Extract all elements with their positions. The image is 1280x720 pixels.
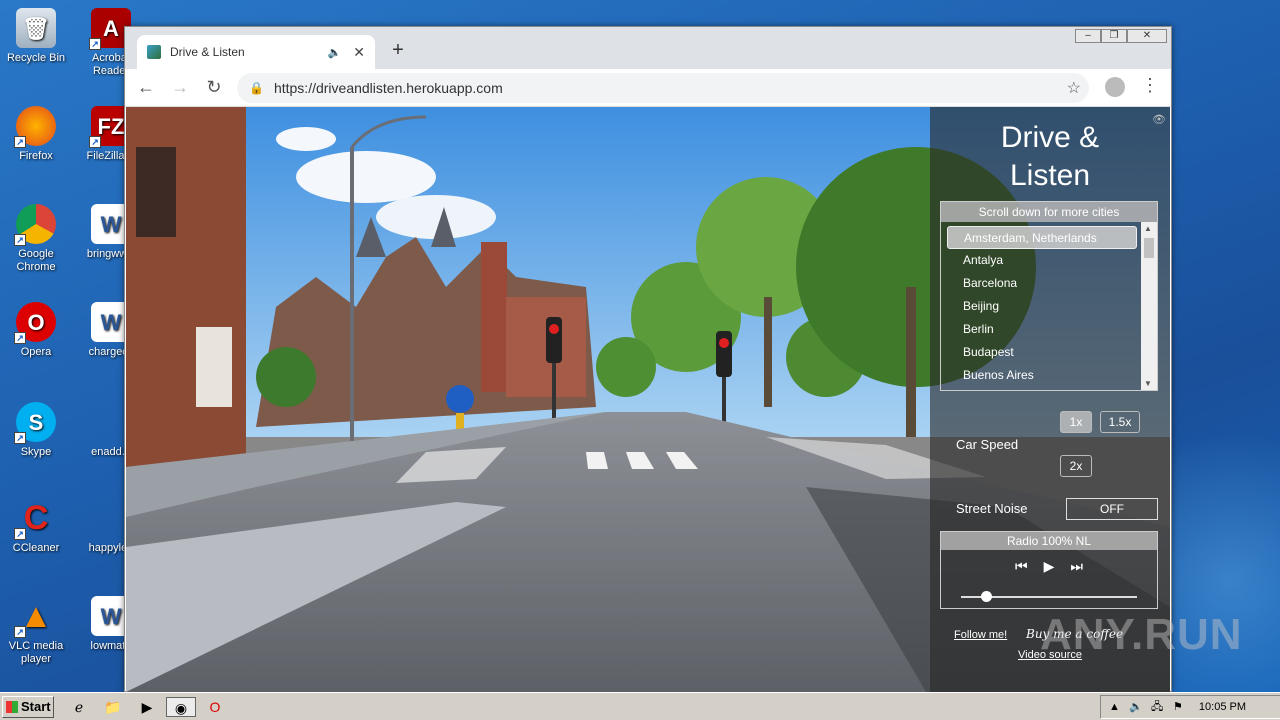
street-noise-label: Street Noise — [956, 501, 1028, 516]
system-tray: ▲ 🔈 🖧 ⚑ 10:05 PM — [1100, 695, 1280, 719]
desktop-icon-ccleaner[interactable]: C ↗ CCleaner — [3, 498, 69, 555]
scroll-up-icon[interactable]: ▲ — [1144, 224, 1152, 233]
desktop-icon-label: Opera — [20, 346, 52, 358]
scroll-down-icon[interactable]: ▼ — [1144, 379, 1152, 388]
clock[interactable]: 10:05 PM — [1199, 696, 1246, 718]
follow-me-link[interactable]: Follow me! — [954, 629, 1007, 641]
browser-menu-button[interactable]: ⋮ — [1141, 75, 1159, 96]
city-list[interactable]: Amsterdam, Netherlands Antalya Barcelona… — [947, 226, 1137, 387]
anyrun-watermark: ANY.RUN — [1040, 610, 1243, 659]
city-option-berlin[interactable]: Berlin — [947, 318, 1137, 341]
chrome-icon: ↗ — [14, 204, 56, 246]
radio-player: Radio 100% NL ⏮ ▶ ⏭ — [940, 531, 1158, 609]
minimize-button[interactable]: – — [1075, 29, 1101, 43]
speed-1-5x-button[interactable]: 1.5x — [1100, 411, 1140, 433]
ie-taskbar-icon[interactable]: ℯ — [68, 697, 90, 717]
vlc-icon: ▲ ↗ — [14, 596, 56, 638]
page-content: 👁 Drive & Listen Scroll down for more ci… — [126, 107, 1170, 692]
city-option-barcelona[interactable]: Barcelona — [947, 272, 1137, 295]
city-list-scrollbar[interactable]: ▲ ▼ — [1141, 222, 1157, 390]
city-option-budapest[interactable]: Budapest — [947, 341, 1137, 364]
opera-icon: O ↗ — [14, 302, 56, 344]
desktop-icon-opera[interactable]: O ↗ Opera — [3, 302, 69, 359]
desktop-icon-chrome[interactable]: ↗ Google Chrome — [3, 204, 69, 274]
previous-station-icon[interactable]: ⏮ — [1015, 558, 1028, 575]
bookmark-star-icon[interactable]: ☆ — [1067, 78, 1081, 98]
play-icon[interactable]: ▶ — [1044, 558, 1055, 575]
favicon-icon — [147, 45, 161, 59]
media-player-taskbar-icon[interactable]: ▶ — [136, 697, 158, 717]
account-avatar[interactable] — [1105, 77, 1125, 97]
opera-taskbar-icon[interactable]: O — [204, 697, 226, 717]
back-button[interactable]: ← — [133, 77, 159, 98]
volume-slider-handle[interactable] — [980, 591, 992, 602]
speed-2x-button[interactable]: 2x — [1060, 455, 1092, 477]
speed-1x-button[interactable]: 1x — [1060, 411, 1092, 433]
app-title-line2: Listen — [1009, 159, 1091, 192]
desktop-icon-skype[interactable]: S ↗ Skype — [3, 402, 69, 459]
network-tray-icon[interactable]: 🖧 — [1151, 696, 1163, 718]
explorer-taskbar-icon[interactable]: 📁 — [102, 697, 124, 717]
new-tab-button[interactable]: + — [387, 39, 409, 62]
browser-titlebar: Drive & Listen 🔈 ✕ + – ❐ ✕ — [125, 27, 1171, 69]
url-text: https://driveandlisten.herokuapp.com — [273, 80, 503, 96]
chrome-taskbar-icon[interactable]: ◉ — [166, 697, 196, 717]
desktop-icon-label: CCleaner — [12, 542, 60, 554]
app-title: Drive & Listen — [930, 119, 1170, 195]
desktop-icon-label: VLC media player — [8, 640, 64, 665]
browser-tab[interactable]: Drive & Listen 🔈 ✕ — [137, 35, 375, 69]
taskbar: Start ℯ 📁 ▶ ◉ O ▲ 🔈 🖧 ⚑ 10:05 PM — [0, 692, 1280, 720]
city-option-buenos-aires[interactable]: Buenos Aires — [947, 364, 1137, 387]
city-list-header: Scroll down for more cities — [941, 202, 1157, 222]
city-option-beijing[interactable]: Beijing — [947, 295, 1137, 318]
ccleaner-icon: C ↗ — [14, 498, 56, 540]
volume-tray-icon[interactable]: 🔈 — [1129, 696, 1143, 718]
desktop-icon-label: Google Chrome — [16, 248, 56, 273]
desktop-icon-firefox[interactable]: ↗ Firefox — [3, 106, 69, 163]
city-selector[interactable]: Scroll down for more cities Amsterdam, N… — [940, 201, 1158, 391]
restore-button[interactable]: ❐ — [1101, 29, 1127, 43]
radio-controls: ⏮ ▶ ⏭ — [941, 558, 1157, 575]
start-button[interactable]: Start — [2, 696, 54, 718]
desktop-icon-label: Recycle Bin — [6, 52, 66, 64]
radio-station-name: Radio 100% NL — [941, 532, 1157, 550]
reload-button[interactable]: ↻ — [201, 77, 227, 98]
forward-button[interactable]: → — [167, 77, 193, 98]
browser-toolbar: ← → ↻ 🔒 https://driveandlisten.herokuapp… — [125, 69, 1171, 107]
tab-title: Drive & Listen — [170, 45, 245, 59]
flag-tray-icon[interactable]: ⚑ — [1173, 696, 1183, 718]
desktop-icon-vlc[interactable]: ▲ ↗ VLC media player — [3, 596, 69, 666]
windows-logo-icon — [6, 701, 18, 713]
desktop-icon-label: Skype — [20, 446, 52, 458]
next-station-icon[interactable]: ⏭ — [1070, 558, 1083, 575]
skype-icon: S ↗ — [14, 402, 56, 444]
scrollbar-thumb[interactable] — [1144, 238, 1154, 258]
street-noise-toggle[interactable]: OFF — [1066, 498, 1158, 520]
close-window-button[interactable]: ✕ — [1127, 29, 1167, 43]
tray-expand-icon[interactable]: ▲ — [1109, 696, 1120, 718]
app-title-line1: Drive & — [1000, 121, 1100, 154]
speaker-icon[interactable]: 🔈 — [328, 46, 342, 59]
close-tab-button[interactable]: ✕ — [353, 44, 365, 61]
city-option-amsterdam[interactable]: Amsterdam, Netherlands — [947, 226, 1137, 249]
browser-window: Drive & Listen 🔈 ✕ + – ❐ ✕ ← → ↻ 🔒 https… — [124, 26, 1172, 692]
lock-icon: 🔒 — [249, 81, 264, 95]
firefox-icon: ↗ — [14, 106, 56, 148]
city-option-antalya[interactable]: Antalya — [947, 249, 1137, 272]
control-panel: 👁 Drive & Listen Scroll down for more ci… — [930, 107, 1170, 692]
start-label: Start — [21, 699, 51, 714]
desktop-icon-recycle-bin[interactable]: 🗑 Recycle Bin — [3, 8, 69, 65]
address-bar[interactable]: 🔒 https://driveandlisten.herokuapp.com ☆ — [237, 73, 1089, 103]
desktop-icon-label: Firefox — [19, 150, 53, 162]
car-speed-label: Car Speed — [956, 437, 1019, 452]
recycle-bin-icon: 🗑 — [16, 8, 56, 48]
